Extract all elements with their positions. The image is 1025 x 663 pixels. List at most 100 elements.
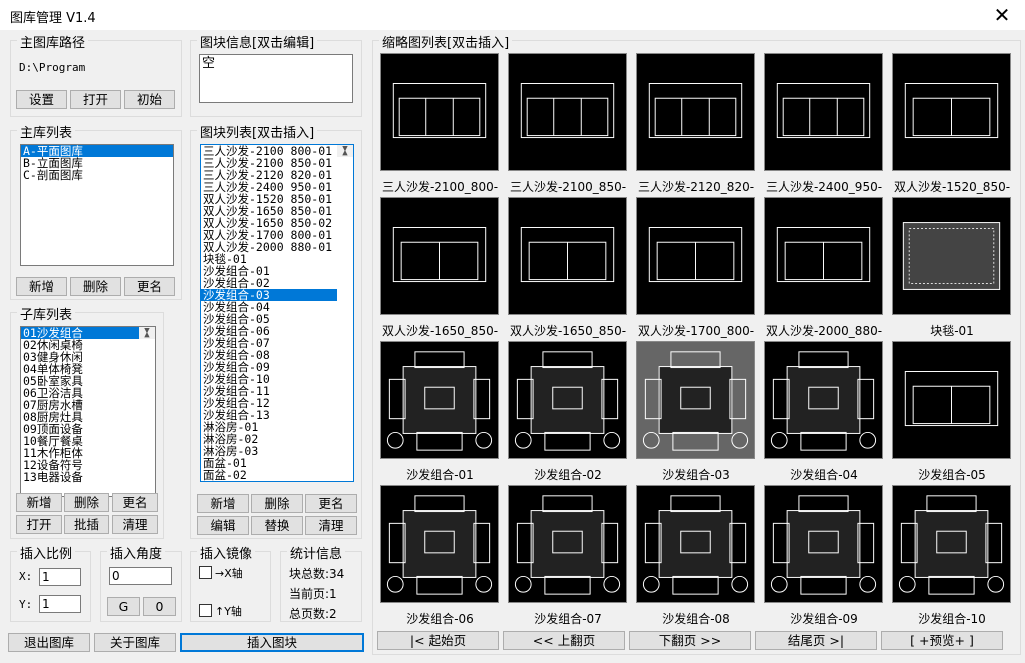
block-delete-button[interactable]: 删除 — [251, 494, 303, 513]
init-path-button[interactable]: 初始 — [124, 90, 175, 109]
set-path-button[interactable]: 设置 — [16, 90, 67, 109]
insert-block-button[interactable]: 插入图块 — [180, 633, 364, 652]
angle-g-button[interactable]: G — [107, 597, 140, 616]
scale-y-input[interactable]: 1 — [39, 595, 81, 613]
list-item[interactable]: C-剖面图库 — [21, 169, 173, 181]
thumbnail-sofa3[interactable] — [380, 53, 499, 171]
sub-lib-list[interactable]: 01沙发组合 02休闲桌椅 03健身休闲 04单体椅凳 05卧室家具 06卫浴洁具 07厨房… — [20, 326, 156, 497]
list-item[interactable]: 05卧室家具 — [21, 375, 139, 387]
list-item[interactable]: 淋浴房-02 — [201, 433, 337, 445]
thumbnail-set[interactable] — [508, 485, 627, 603]
close-button[interactable]: ✕ — [987, 3, 1017, 27]
mirror-x-checkbox[interactable] — [199, 566, 212, 579]
block-rename-button[interactable]: 更名 — [305, 494, 357, 513]
main-lib-add-button[interactable]: 新增 — [16, 277, 67, 296]
open-path-button[interactable]: 打开 — [70, 90, 121, 109]
thumbnail-sofa2[interactable] — [508, 197, 627, 315]
list-item[interactable]: 沙发组合-11 — [201, 385, 337, 397]
thumbnail-set[interactable] — [380, 341, 499, 459]
thumbnail-sofa2[interactable] — [380, 197, 499, 315]
list-item[interactable]: 双人沙发-1700_800-01 — [201, 229, 337, 241]
thumbnail-sofa2[interactable] — [764, 197, 883, 315]
list-item[interactable]: 三人沙发-2120_820-01 — [201, 169, 337, 181]
block-replace-button[interactable]: 替换 — [251, 516, 303, 535]
list-item[interactable]: 面盆-02 — [201, 469, 337, 481]
sub-lib-clean-button[interactable]: 清理 — [112, 515, 158, 534]
list-item[interactable]: 三人沙发-2400_950-01 — [201, 181, 337, 193]
list-item[interactable]: 沙发组合-07 — [201, 337, 337, 349]
list-item[interactable]: 沙发组合-03 — [201, 289, 337, 301]
list-item[interactable]: 沙发组合-08 — [201, 349, 337, 361]
list-item[interactable]: 02休闲桌椅 — [21, 339, 139, 351]
list-item[interactable]: 淋浴房-03 — [201, 445, 337, 457]
list-item[interactable]: 双人沙发-1520_850-01 — [201, 193, 337, 205]
main-lib-delete-button[interactable]: 删除 — [70, 277, 121, 296]
thumbnail-sofa2[interactable] — [892, 53, 1011, 171]
preview-button[interactable]: [ +预览+ ] — [881, 631, 1003, 650]
thumbnail-sofa3[interactable] — [764, 53, 883, 171]
sub-lib-open-button[interactable]: 打开 — [16, 515, 62, 534]
list-item[interactable]: 04单体椅凳 — [21, 363, 139, 375]
block-edit-button[interactable]: 编辑 — [197, 516, 249, 535]
mirror-y-checkbox[interactable] — [199, 604, 212, 617]
sub-lib-batch-insert-button[interactable]: 批插 — [64, 515, 109, 534]
scale-x-input[interactable]: 1 — [39, 568, 81, 586]
list-item[interactable]: 11木作柜体 — [21, 447, 139, 459]
last-page-button[interactable]: 结尾页 >| — [755, 631, 877, 650]
prev-page-button[interactable]: << 上翻页 — [503, 631, 625, 650]
sub-lib-add-button[interactable]: 新增 — [16, 493, 62, 512]
thumbnail-set[interactable] — [892, 485, 1011, 603]
thumbnail-set[interactable] — [636, 485, 755, 603]
list-item[interactable]: 沙发组合-13 — [201, 409, 337, 421]
block-info-field[interactable]: 空 — [199, 54, 353, 103]
list-item[interactable]: 07厨房水槽 — [21, 399, 139, 411]
list-item[interactable]: 沙发组合-12 — [201, 397, 337, 409]
list-item[interactable]: 沙发组合-06 — [201, 325, 337, 337]
list-item[interactable]: 沙发组合-05 — [201, 313, 337, 325]
list-item[interactable]: A-平面图库 — [21, 145, 173, 157]
thumbnail-set[interactable] — [508, 341, 627, 459]
list-item[interactable]: 沙发组合-10 — [201, 373, 337, 385]
list-item[interactable]: 沙发组合-04 — [201, 301, 337, 313]
main-lib-list[interactable]: A-平面图库 B-立面图库 C-剖面图库 — [20, 144, 174, 266]
block-add-button[interactable]: 新增 — [197, 494, 249, 513]
list-item[interactable]: 10餐厅餐桌 — [21, 435, 139, 447]
list-item[interactable]: 12设备符号 — [21, 459, 139, 471]
list-item[interactable]: 三人沙发-2100_850-01 — [201, 157, 337, 169]
thumbnail-set[interactable] — [764, 485, 883, 603]
list-item[interactable]: 沙发组合-01 — [201, 265, 337, 277]
list-item[interactable]: 沙发组合-09 — [201, 361, 337, 373]
sub-lib-delete-button[interactable]: 删除 — [64, 493, 109, 512]
thumbnail-sofa2[interactable] — [892, 341, 1011, 459]
main-lib-rename-button[interactable]: 更名 — [124, 277, 175, 296]
thumbnail-set[interactable] — [636, 341, 755, 459]
list-item[interactable]: 面盆-01 — [201, 457, 337, 469]
list-item[interactable]: 13电器设备 — [21, 471, 139, 483]
exit-button[interactable]: 退出图库 — [8, 633, 90, 652]
list-item[interactable]: 06卫浴洁具 — [21, 387, 139, 399]
thumbnail-sofa2[interactable] — [636, 197, 755, 315]
thumbnail-set[interactable] — [380, 485, 499, 603]
list-item[interactable]: 淋浴房-01 — [201, 421, 337, 433]
list-item[interactable]: 09顶面设备 — [21, 423, 139, 435]
thumbnail-rug[interactable] — [892, 197, 1011, 315]
block-list[interactable]: 三人沙发-2100_800-01 三人沙发-2100_850-01 三人沙发-212… — [200, 144, 354, 482]
angle-input[interactable]: 0 — [109, 567, 172, 585]
list-item[interactable]: 双人沙发-1650_850-01 — [201, 205, 337, 217]
list-item[interactable]: 双人沙发-2000_880-01 — [201, 241, 337, 253]
sub-lib-scrollbar[interactable]: ▲ ▼ — [139, 327, 155, 339]
list-item[interactable]: 三人沙发-2100_800-01 — [201, 145, 337, 157]
list-item[interactable]: 08厨房灶具 — [21, 411, 139, 423]
angle-zero-button[interactable]: 0 — [143, 597, 176, 616]
thumbnail-set[interactable] — [764, 341, 883, 459]
list-item[interactable]: 03健身休闲 — [21, 351, 139, 363]
list-item[interactable]: 双人沙发-1650_850-02 — [201, 217, 337, 229]
list-item[interactable]: 01沙发组合 — [21, 327, 139, 339]
first-page-button[interactable]: |< 起始页 — [377, 631, 499, 650]
next-page-button[interactable]: 下翻页 >> — [629, 631, 751, 650]
thumbnail-sofa3[interactable] — [636, 53, 755, 171]
about-button[interactable]: 关于图库 — [94, 633, 176, 652]
list-item[interactable]: 沙发组合-02 — [201, 277, 337, 289]
sub-lib-rename-button[interactable]: 更名 — [112, 493, 158, 512]
thumbnail-sofa3[interactable] — [508, 53, 627, 171]
